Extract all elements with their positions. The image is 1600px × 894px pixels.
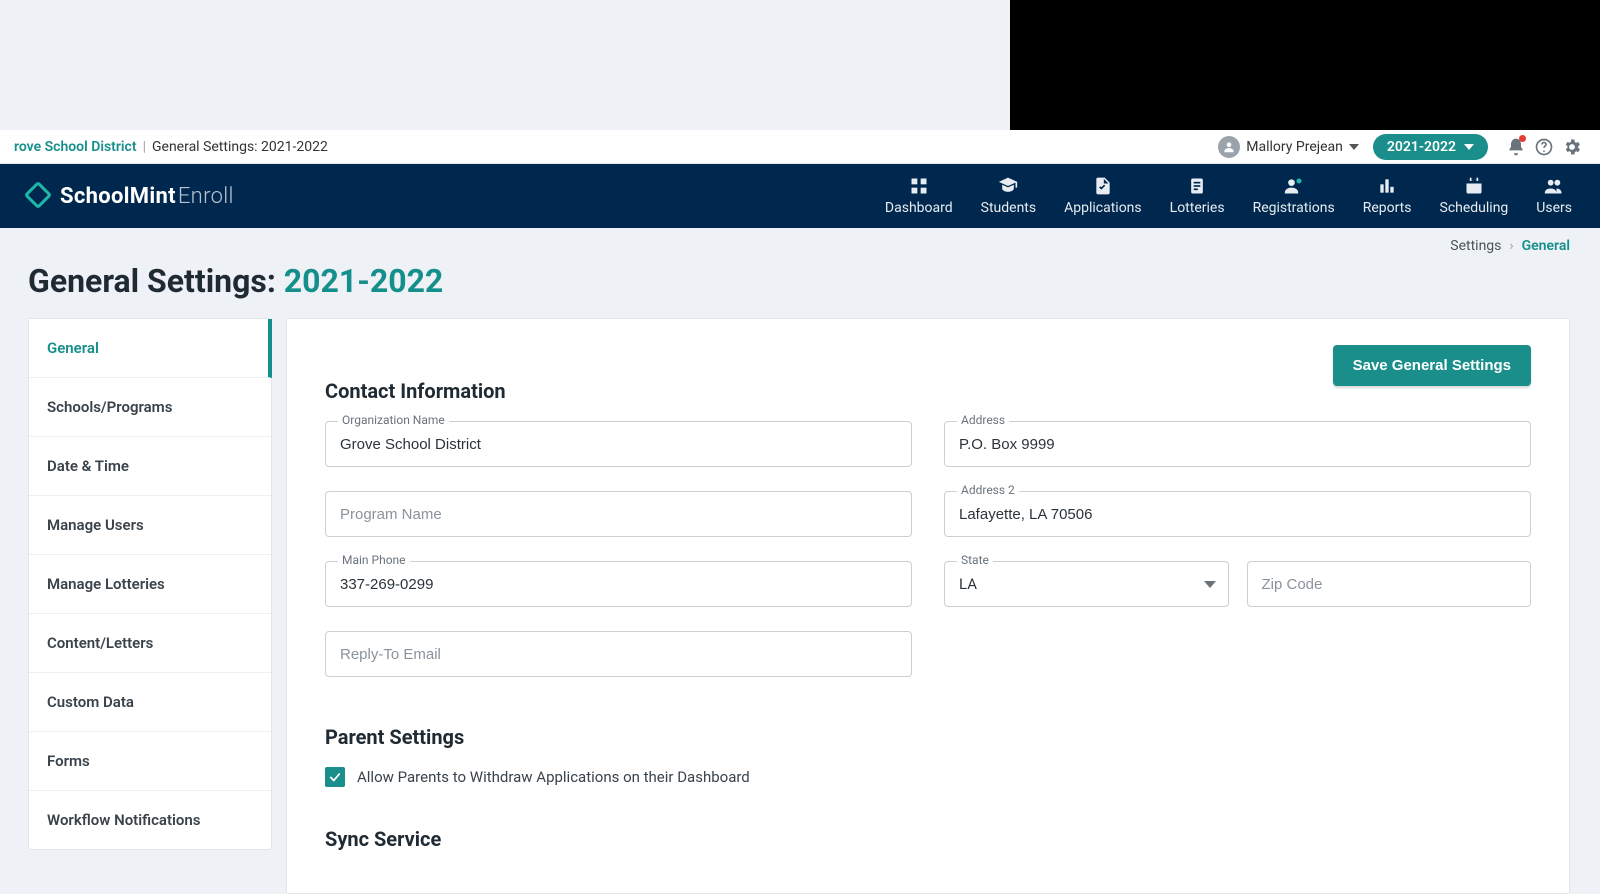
sidebar-item-workflow-notifications[interactable]: Workflow Notifications [29, 791, 271, 849]
field-label: Organization Name [338, 413, 449, 427]
state-value: LA [959, 575, 977, 593]
breadcrumb-separator: › [1509, 238, 1513, 254]
nav-students[interactable]: Students [981, 176, 1036, 216]
organization-name-input[interactable] [326, 422, 911, 466]
state-select[interactable]: State LA [944, 561, 1229, 607]
field-label: State [957, 553, 993, 567]
user-name: Mallory Prejean [1246, 139, 1343, 155]
page-crumb-text: General Settings: 2021-2022 [152, 139, 328, 155]
section-sync-heading: Sync Service [325, 827, 1531, 851]
main-phone-field[interactable]: Main Phone [325, 561, 912, 607]
notifications-button[interactable] [1502, 133, 1530, 161]
organization-name-field[interactable]: Organization Name [325, 421, 912, 467]
page-title: General Settings: 2021-2022 [28, 262, 443, 300]
settings-panel: Save General Settings Contact Informatio… [286, 318, 1570, 894]
field-label: Main Phone [338, 553, 410, 567]
nav-label: Dashboard [885, 200, 953, 216]
school-year-selector[interactable]: 2021-2022 [1373, 134, 1488, 160]
avatar-icon [1218, 136, 1240, 158]
nav-scheduling[interactable]: Scheduling [1440, 176, 1509, 216]
nav-label: Applications [1064, 200, 1142, 216]
chevron-down-icon [1464, 144, 1474, 150]
nav-applications[interactable]: Applications [1064, 176, 1142, 216]
settings-button[interactable] [1558, 133, 1586, 161]
brand-logo[interactable]: SchoolMintEnroll [28, 184, 234, 209]
notification-dot-icon [1519, 135, 1526, 142]
field-label: Address 2 [957, 483, 1019, 497]
reply-to-email-input[interactable] [326, 632, 911, 676]
brand-name-2: Enroll [178, 184, 234, 209]
nav-label: Reports [1363, 200, 1412, 216]
nav-label: Lotteries [1170, 200, 1225, 216]
sidebar-item-general[interactable]: General [29, 319, 272, 378]
sidebar-item-content-letters[interactable]: Content/Letters [29, 614, 271, 673]
parent-withdraw-checkbox[interactable] [325, 767, 345, 787]
primary-nav: SchoolMintEnroll Dashboard Students Appl… [0, 164, 1600, 228]
sidebar-item-forms[interactable]: Forms [29, 732, 271, 791]
help-button[interactable] [1530, 133, 1558, 161]
chevron-down-icon [1349, 144, 1359, 150]
nav-label: Users [1536, 200, 1572, 216]
separator: | [143, 139, 146, 155]
sidebar-item-manage-lotteries[interactable]: Manage Lotteries [29, 555, 271, 614]
nav-reports[interactable]: Reports [1363, 176, 1412, 216]
breadcrumb-top: rove School District | General Settings:… [14, 139, 328, 155]
user-menu[interactable]: Mallory Prejean [1218, 136, 1359, 158]
brand-name-1: SchoolMint [60, 184, 176, 209]
nav-registrations[interactable]: Registrations [1253, 176, 1335, 216]
year-pill-label: 2021-2022 [1387, 139, 1456, 155]
address2-input[interactable] [945, 492, 1530, 536]
dropdown-icon [1204, 581, 1216, 588]
address2-field[interactable]: Address 2 [944, 491, 1531, 537]
settings-sidebar: General Schools/Programs Date & Time Man… [28, 318, 272, 850]
sidebar-item-schools-programs[interactable]: Schools/Programs [29, 378, 271, 437]
nav-users[interactable]: Users [1536, 176, 1572, 216]
address-field[interactable]: Address [944, 421, 1531, 467]
zip-code-input[interactable] [1248, 562, 1531, 606]
sidebar-item-date-time[interactable]: Date & Time [29, 437, 271, 496]
section-parent-heading: Parent Settings [325, 725, 1531, 749]
parent-withdraw-checkbox-row: Allow Parents to Withdraw Applications o… [325, 767, 1531, 787]
occluding-black-region [1010, 0, 1600, 130]
main-phone-input[interactable] [326, 562, 911, 606]
logo-mark-icon [24, 181, 52, 209]
breadcrumb-settings[interactable]: Settings [1450, 238, 1501, 254]
nav-label: Students [981, 200, 1036, 216]
nav-label: Registrations [1253, 200, 1335, 216]
zip-code-field[interactable] [1247, 561, 1532, 607]
district-name[interactable]: rove School District [14, 139, 137, 155]
page-title-year: 2021-2022 [284, 262, 443, 300]
save-button[interactable]: Save General Settings [1333, 345, 1531, 386]
field-label: Address [957, 413, 1009, 427]
nav-label: Scheduling [1440, 200, 1509, 216]
sidebar-item-manage-users[interactable]: Manage Users [29, 496, 271, 555]
sidebar-item-custom-data[interactable]: Custom Data [29, 673, 271, 732]
breadcrumb-general[interactable]: General [1522, 238, 1570, 254]
utility-bar: rove School District | General Settings:… [0, 130, 1600, 164]
address-input[interactable] [945, 422, 1530, 466]
page-title-prefix: General Settings: [28, 262, 276, 300]
breadcrumb: Settings › General [0, 228, 1600, 264]
nav-lotteries[interactable]: Lotteries [1170, 176, 1225, 216]
parent-withdraw-label: Allow Parents to Withdraw Applications o… [357, 768, 750, 786]
nav-items: Dashboard Students Applications Lotterie… [885, 176, 1572, 216]
program-name-field[interactable] [325, 491, 912, 537]
nav-dashboard[interactable]: Dashboard [885, 176, 953, 216]
reply-to-email-field[interactable] [325, 631, 912, 677]
program-name-input[interactable] [326, 492, 911, 536]
